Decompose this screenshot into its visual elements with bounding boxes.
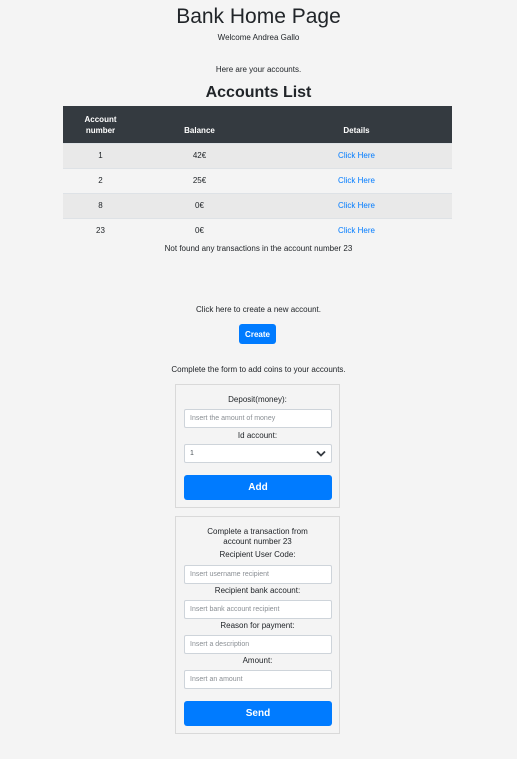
- chevron-down-icon: [316, 450, 326, 457]
- header-account-number: Account number: [63, 106, 138, 143]
- account-number-cell: 8: [63, 192, 138, 218]
- account-number-cell: 2: [63, 167, 138, 193]
- details-cell: Click Here: [261, 142, 452, 168]
- table-header-row: Account number Balance Details: [63, 106, 452, 143]
- amount-input[interactable]: Insert an amount: [184, 670, 332, 689]
- details-link[interactable]: Click Here: [338, 201, 375, 210]
- send-button[interactable]: Send: [184, 701, 332, 726]
- balance-cell: 0€: [138, 217, 261, 243]
- balance-cell: 25€: [138, 167, 261, 193]
- recipient-code-placeholder: Insert username recipient: [190, 571, 269, 578]
- amount-label: Amount:: [242, 656, 273, 665]
- no-transactions-message: Not found any transactions in the accoun…: [164, 244, 353, 253]
- deposit-label: Deposit(money):: [228, 395, 287, 404]
- reason-placeholder: Insert a description: [190, 641, 250, 648]
- page-title: Bank Home Page: [176, 5, 341, 28]
- details-cell: Click Here: [261, 217, 452, 243]
- recipient-code-input[interactable]: Insert username recipient: [184, 565, 332, 584]
- id-account-label: Id account:: [237, 431, 278, 440]
- details-cell: Click Here: [261, 192, 452, 218]
- details-cell: Click Here: [261, 167, 452, 193]
- reason-label: Reason for payment:: [220, 621, 295, 630]
- balance-cell: 0€: [138, 192, 261, 218]
- deposit-form: Deposit(money): Insert the amount of mon…: [175, 384, 340, 508]
- recipient-code-label: Recipient User Code:: [219, 550, 296, 559]
- deposit-form-intro: Complete the form to add coins to your a…: [171, 365, 346, 374]
- id-account-select[interactable]: 1: [184, 444, 332, 463]
- details-link[interactable]: Click Here: [338, 226, 375, 235]
- deposit-amount-placeholder: Insert the amount of money: [190, 415, 276, 422]
- transaction-form-title: Complete a transaction from account numb…: [207, 527, 308, 546]
- accounts-table: Account number Balance Details 1 42€ Cli…: [63, 106, 452, 243]
- table-row: 23 0€ Click Here: [63, 217, 452, 243]
- transaction-form: Complete a transaction from account numb…: [175, 516, 340, 734]
- header-details: Details: [261, 106, 452, 143]
- accounts-intro-text: Here are your accounts.: [215, 65, 302, 74]
- id-account-selected-value: 1: [190, 450, 194, 457]
- header-balance: Balance: [138, 106, 261, 143]
- amount-placeholder: Insert an amount: [190, 676, 243, 683]
- table-row: 8 0€ Click Here: [63, 192, 452, 218]
- table-row: 1 42€ Click Here: [63, 142, 452, 168]
- recipient-account-input[interactable]: Insert bank account recipient: [184, 600, 332, 619]
- account-number-cell: 1: [63, 142, 138, 168]
- add-button[interactable]: Add: [184, 475, 332, 500]
- recipient-account-label: Recipient bank account:: [214, 586, 301, 595]
- details-link[interactable]: Click Here: [338, 151, 375, 160]
- table-row: 2 25€ Click Here: [63, 167, 452, 193]
- deposit-amount-input[interactable]: Insert the amount of money: [184, 409, 332, 428]
- create-account-intro: Click here to create a new account.: [196, 305, 321, 314]
- create-account-button[interactable]: Create: [239, 324, 276, 344]
- welcome-message: Welcome Andrea Gallo: [217, 33, 300, 42]
- reason-input[interactable]: Insert a description: [184, 635, 332, 654]
- account-number-cell: 23: [63, 217, 138, 243]
- details-link[interactable]: Click Here: [338, 176, 375, 185]
- recipient-account-placeholder: Insert bank account recipient: [190, 606, 280, 613]
- accounts-list-heading: Accounts List: [205, 84, 312, 101]
- balance-cell: 42€: [138, 142, 261, 168]
